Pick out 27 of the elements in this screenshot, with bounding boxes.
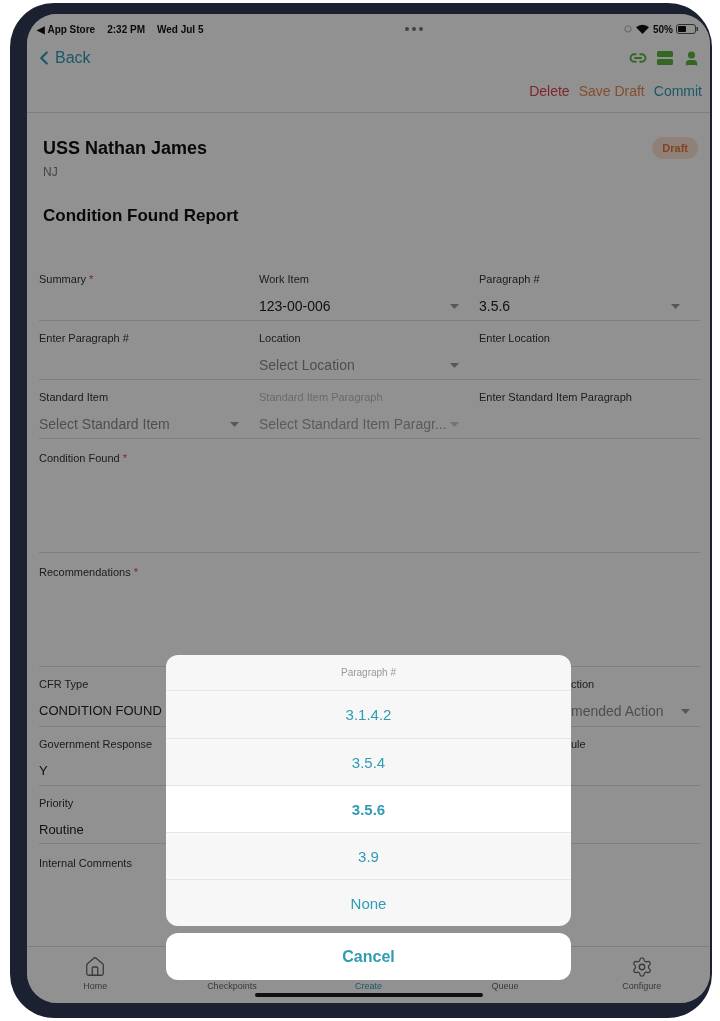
status-date: Wed Jul 5 bbox=[157, 23, 204, 35]
field-label: ction bbox=[571, 677, 596, 691]
field-label: Work Item bbox=[259, 272, 310, 286]
status-badge: Draft bbox=[652, 137, 698, 159]
field-label: Enter Paragraph # bbox=[39, 331, 130, 345]
field-label: CFR Type bbox=[39, 677, 90, 691]
report-title: Condition Found Report bbox=[43, 205, 240, 227]
field-label: Location bbox=[259, 331, 302, 345]
field-label: ule bbox=[571, 737, 587, 751]
ship-name: USS Nathan James bbox=[43, 137, 208, 160]
field-label: Paragraph # bbox=[479, 272, 541, 286]
field-label: Recommendations * bbox=[39, 566, 138, 578]
field-label: Enter Standard Item Paragraph bbox=[479, 390, 633, 404]
field-label: Priority bbox=[39, 796, 75, 810]
status-time: 2:32 PM bbox=[107, 23, 145, 35]
field-value: Y bbox=[39, 762, 48, 780]
field-label: Summary * bbox=[39, 272, 95, 286]
ship-code: NJ bbox=[43, 164, 59, 181]
field-value: Routine bbox=[39, 821, 84, 839]
field-label: Standard Item bbox=[39, 390, 110, 404]
field-label: Government Response bbox=[39, 737, 154, 751]
field-label: Condition Found * bbox=[39, 452, 127, 464]
field-value: CONDITION FOUND bbox=[39, 702, 162, 720]
battery-percent: 50% bbox=[653, 23, 673, 35]
field-label: Enter Location bbox=[479, 331, 551, 345]
field-label: Internal Comments bbox=[39, 857, 132, 869]
picker-title: Paragraph # bbox=[166, 655, 571, 691]
